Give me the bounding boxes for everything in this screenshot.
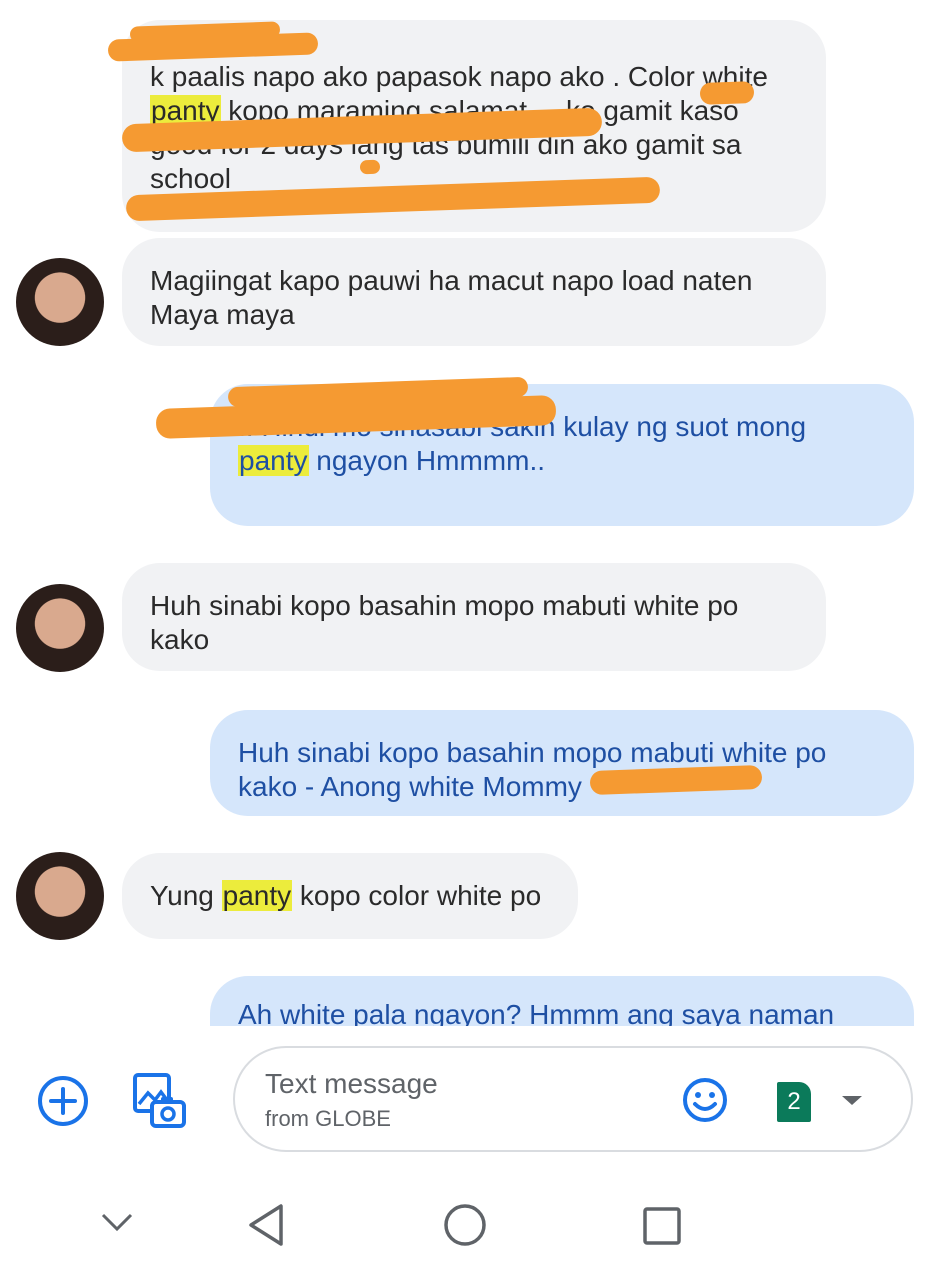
chevron-down-icon[interactable]: [837, 1088, 867, 1112]
message-bubble-incoming[interactable]: Yung panty kopo color white po: [122, 853, 578, 939]
message-bubble-incoming[interactable]: Huh sinabi kopo basahin mopo mabuti whit…: [122, 563, 826, 671]
home-icon[interactable]: [443, 1203, 487, 1252]
message-text: Yung: [150, 880, 222, 911]
message-text: k paalis napo ako papasok napo ako . Col…: [150, 61, 768, 92]
recents-icon[interactable]: [642, 1206, 682, 1251]
sim-number: 2: [787, 1088, 801, 1115]
message-bubble-outgoing[interactable]: Ah white pala ngayon? Hmmm ang saya nama…: [210, 976, 914, 1026]
message-input[interactable]: Text message: [265, 1068, 438, 1100]
redaction-mark: [359, 159, 381, 175]
search-highlight: panty: [238, 445, 309, 476]
emoji-icon[interactable]: [681, 1076, 729, 1124]
hide-keyboard-icon[interactable]: [100, 1210, 134, 1239]
message-text: Magiingat kapo pauwi ha macut napo load …: [150, 265, 753, 330]
avatar[interactable]: [16, 584, 104, 672]
message-text: Ah white pala ngayon? Hmmm ang saya nama…: [238, 999, 835, 1026]
avatar[interactable]: [16, 852, 104, 940]
search-highlight: panty: [221, 880, 293, 911]
back-icon[interactable]: [246, 1202, 286, 1253]
message-bubble-outgoing[interactable]: Huh sinabi kopo basahin mopo mabuti whit…: [210, 710, 914, 816]
message-text: kopo color white po: [292, 880, 542, 911]
image-gallery-icon[interactable]: [130, 1070, 188, 1130]
plus-circle-icon[interactable]: [36, 1074, 90, 1128]
redaction-mark: [699, 81, 755, 105]
message-bubble-incoming[interactable]: Magiingat kapo pauwi ha macut napo load …: [122, 238, 826, 346]
carrier-label: from GLOBE: [265, 1106, 391, 1131]
message-text: ngayon Hmmmm..: [308, 445, 545, 476]
sim-card-icon[interactable]: 2: [777, 1082, 811, 1122]
message-text: Huh sinabi kopo basahin mopo mabuti whit…: [150, 590, 739, 655]
avatar[interactable]: [16, 258, 104, 346]
message-composer[interactable]: Text message from GLOBE 2: [233, 1046, 913, 1152]
